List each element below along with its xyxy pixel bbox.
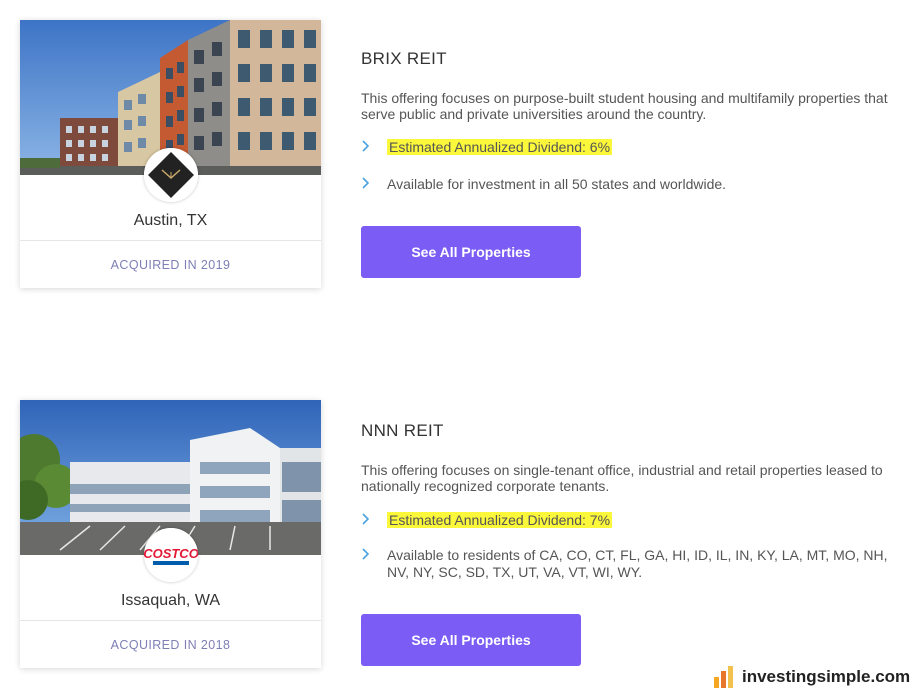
watermark-text: investingsimple.com (742, 667, 911, 686)
property-card[interactable]: Austin, TX ACQUIRED IN 2019 (20, 20, 321, 288)
chevron-right-icon (362, 513, 370, 525)
svg-text:COSTCO: COSTCO (144, 546, 198, 561)
dividend-highlight: Estimated Annualized Dividend: 6% (387, 139, 613, 155)
chevron-right-icon (362, 177, 370, 189)
dividend-highlight: Estimated Annualized Dividend: 7% (387, 512, 613, 528)
chevron-right-icon (362, 140, 370, 152)
card-divider (20, 620, 321, 621)
availability-text: Available for investment in all 50 state… (387, 176, 727, 192)
offering-description: This offering focuses on single-tenant o… (361, 462, 883, 494)
site-watermark: investingsimple.com (712, 662, 917, 692)
villas-logo (144, 148, 198, 202)
see-all-properties-button[interactable]: See All Properties (361, 226, 581, 278)
offering-section: NNN REIT This offering focuses on single… (361, 421, 906, 666)
property-location: Issaquah, WA (120, 592, 220, 609)
offering-section: BRIX REIT This offering focuses on purpo… (361, 49, 906, 281)
property-card[interactable]: COSTCO Issaquah, WA ACQUIRED IN 2018 (20, 400, 321, 668)
offering-description: This offering focuses on purpose-built s… (361, 90, 888, 122)
see-all-properties-button[interactable]: See All Properties (361, 614, 581, 666)
bar-chart-icon (714, 666, 733, 688)
acquired-date: ACQUIRED IN 2019 (110, 258, 231, 272)
costco-logo-icon: COSTCO (144, 528, 198, 582)
chevron-right-icon (362, 548, 370, 560)
card-divider (20, 240, 321, 241)
villas-diamond-logo-icon (144, 148, 198, 202)
offering-title: NNN REIT (361, 421, 444, 440)
offering-title: BRIX REIT (361, 49, 447, 68)
availability-text: Available to residents of CA, CO, CT, FL… (387, 547, 888, 580)
acquired-date: ACQUIRED IN 2018 (110, 638, 231, 652)
costco-logo: COSTCO (144, 528, 198, 582)
property-location: Austin, TX (133, 212, 208, 229)
